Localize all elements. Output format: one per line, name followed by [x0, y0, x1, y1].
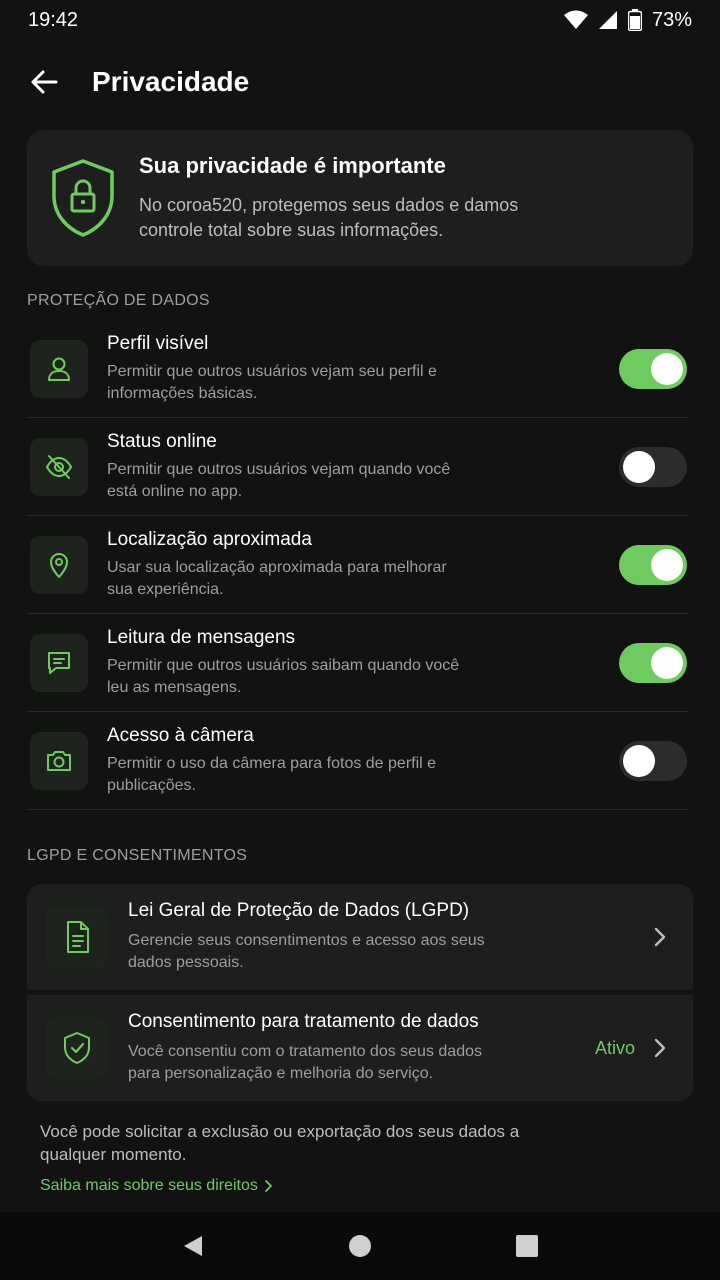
- wifi-icon: [563, 10, 588, 29]
- battery-icon: [627, 9, 642, 31]
- page-title: Privacidade: [92, 66, 250, 97]
- card-title: Consentimento para tratamento de dados: [128, 1011, 479, 1032]
- consent-card[interactable]: Consentimento para tratamento de dados V…: [27, 995, 693, 1101]
- toggle-read-receipts[interactable]: [619, 642, 687, 683]
- triangle-back-icon: [184, 1236, 203, 1256]
- toggle-online-status[interactable]: [619, 446, 687, 487]
- setting-description: Usar sua localização aproximada para mel…: [107, 558, 447, 598]
- eye-off-icon: [45, 454, 73, 479]
- setting-row-visible-profile: Perfil visível Permitir que outros usuár…: [27, 320, 689, 418]
- setting-description: Permitir o uso da câmera para fotos de p…: [107, 754, 437, 794]
- hero-title: Sua privacidade é importante: [139, 153, 446, 178]
- signal-icon: [598, 11, 617, 29]
- learn-rights-link-label: Saiba mais sobre seus direitos: [40, 1177, 258, 1194]
- chevron-right-icon: [654, 927, 666, 947]
- arrow-left-icon: [31, 70, 58, 94]
- chevron-right-icon: [654, 1038, 666, 1058]
- settings-list: Perfil visível Permitir que outros usuár…: [27, 320, 689, 810]
- setting-title: Status online: [107, 430, 217, 452]
- setting-title: Localização aproximada: [107, 528, 312, 550]
- section-title-data-protection: PROTEÇÃO DE DADOS: [27, 292, 210, 309]
- nav-home-button[interactable]: [330, 1216, 390, 1276]
- section-title-lgpd: LGPD E CONSENTIMENTOS: [27, 847, 248, 864]
- location-pin-icon: [50, 552, 68, 578]
- setting-title: Leitura de mensagens: [107, 626, 296, 648]
- status-time: 19:42: [28, 8, 79, 31]
- card-title: Lei Geral de Proteção de Dados (LGPD): [128, 900, 470, 921]
- chevron-right-icon: [264, 1180, 272, 1192]
- setting-title: Perfil visível: [107, 332, 209, 354]
- learn-rights-link[interactable]: Saiba mais sobre seus direitos: [40, 1177, 273, 1195]
- lgpd-card[interactable]: Lei Geral de Proteção de Dados (LGPD) Ge…: [27, 884, 693, 990]
- footer-note: Você pode solicitar a exclusão ou export…: [40, 1122, 520, 1164]
- message-icon: [48, 651, 70, 674]
- status-icons: 73%: [563, 8, 692, 32]
- setting-description: Permitir que outros usuários vejam quand…: [107, 460, 451, 500]
- shield-lock-icon: [52, 159, 114, 237]
- square-recents-icon: [515, 1235, 538, 1257]
- setting-title: Acesso à câmera: [107, 724, 254, 746]
- hero-description: No coroa520, protegemos seus dados e dam…: [139, 195, 519, 240]
- circle-home-icon: [348, 1235, 371, 1257]
- card-description: Você consentiu com o tratamento dos seus…: [128, 1043, 482, 1082]
- consent-status-badge: Ativo: [594, 1037, 635, 1058]
- toggle-visible-profile[interactable]: [619, 348, 687, 389]
- system-nav-bar: [0, 1212, 720, 1280]
- user-icon: [48, 357, 70, 381]
- status-bar: 19:42 73%: [0, 0, 720, 40]
- shield-check-icon: [64, 1032, 90, 1064]
- card-description: Gerencie seus consentimentos e acesso ao…: [128, 932, 485, 971]
- camera-icon: [47, 750, 71, 771]
- privacy-hero-card: Sua privacidade é importante No coroa520…: [27, 130, 693, 266]
- nav-back-button[interactable]: [163, 1216, 223, 1276]
- setting-row-approx-location: Localização aproximada Usar sua localiza…: [27, 516, 689, 614]
- setting-row-camera-access: Acesso à câmera Permitir o uso da câmera…: [27, 712, 689, 810]
- nav-recents-button[interactable]: [497, 1216, 557, 1276]
- back-button[interactable]: [8, 50, 80, 114]
- toggle-camera-access[interactable]: [619, 740, 687, 781]
- app-bar: Privacidade: [0, 50, 720, 114]
- setting-row-read-receipts: Leitura de mensagens Permitir que outros…: [27, 614, 689, 712]
- setting-description: Permitir que outros usuários saibam quan…: [107, 656, 460, 696]
- battery-percent: 73%: [651, 8, 692, 31]
- toggle-approx-location[interactable]: [619, 544, 687, 585]
- setting-row-online-status: Status online Permitir que outros usuári…: [27, 418, 689, 516]
- document-icon: [67, 921, 89, 953]
- setting-description: Permitir que outros usuários vejam seu p…: [107, 362, 437, 402]
